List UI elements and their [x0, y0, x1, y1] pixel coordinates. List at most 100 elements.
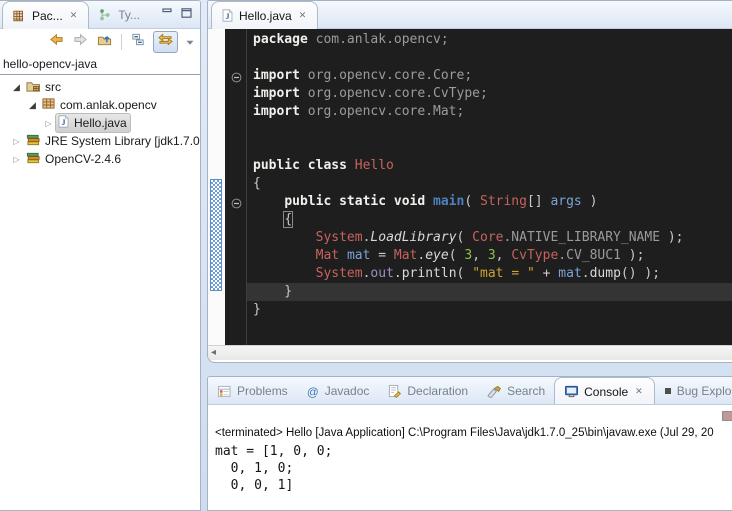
bottom-tab-declaration[interactable]: Declaration — [378, 378, 477, 404]
close-icon[interactable]: ✕ — [633, 385, 645, 398]
console-output[interactable]: mat = [1, 0, 0; 0, 1, 0; 0, 0, 1] — [208, 443, 732, 494]
back-button[interactable] — [48, 32, 65, 52]
code-line[interactable]: { — [247, 175, 732, 193]
tree-item-com-anlak-opencv[interactable]: ◢com.anlak.opencv — [0, 96, 200, 114]
chevron-collapsed-icon[interactable]: ▷ — [10, 137, 23, 146]
chevron-expanded-icon[interactable]: ◢ — [10, 82, 23, 93]
console-output-line: 0, 0, 1] — [215, 477, 732, 494]
bottom-tab-bug-explorer[interactable]: Bug Explorer — [655, 378, 732, 404]
tab-label: Declaration — [407, 384, 468, 398]
code-token: CvType — [511, 248, 558, 263]
square-icon — [664, 387, 672, 395]
console-output-line: 0, 1, 0; — [215, 460, 732, 477]
code-token: ); — [660, 230, 683, 245]
bottom-tab-problems[interactable]: Problems — [208, 378, 297, 404]
code-line[interactable]: public static void main( String[] args ) — [247, 193, 732, 211]
link-with-editor-button[interactable] — [153, 31, 178, 53]
tree-item-body[interactable]: JRE System Library [jdk1.7.0 — [23, 132, 201, 151]
tree-item-src[interactable]: ◢src — [0, 78, 200, 96]
tab-label: Pac... — [32, 9, 63, 23]
tree-item-body[interactable]: OpenCV-2.4.6 — [23, 150, 125, 169]
search-icon — [486, 385, 502, 398]
code-line[interactable]: System.out.println( "mat = " + mat.dump(… — [247, 265, 732, 283]
code-line[interactable]: import org.opencv.core.Core; — [247, 67, 732, 85]
tree-item-hello-java[interactable]: ▷JHello.java — [0, 114, 200, 132]
code-token: Mat — [394, 248, 417, 263]
code-token: org.opencv.core.Core; — [300, 68, 472, 83]
maximize-view-button[interactable] — [181, 8, 192, 18]
code-token: ( — [449, 248, 465, 263]
code-token: String — [480, 194, 527, 209]
project-root-label[interactable]: hello-opencv-java — [0, 55, 200, 75]
code-token: "mat = " — [472, 266, 535, 281]
package-explorer-tabbar: Pac... ✕ Ty... — [0, 1, 200, 29]
fold-collapse-icon[interactable] — [231, 70, 242, 88]
code-token: { — [284, 212, 292, 227]
tree-item-opencv-2-4-6[interactable]: ▷OpenCV-2.4.6 — [0, 150, 200, 168]
tree-item-body[interactable]: com.anlak.opencv — [39, 96, 161, 114]
code-line[interactable]: Mat mat = Mat.eye( 3, 3, CvType.CV_8UC1 … — [247, 247, 732, 265]
scroll-left-arrow[interactable]: ◂ — [208, 348, 216, 358]
collapse-all-icon — [130, 32, 146, 52]
code-token: System — [316, 266, 363, 281]
tab-label: Bug Explorer — [677, 384, 732, 398]
bottom-tab-javadoc[interactable]: @Javadoc — [297, 378, 379, 404]
code-token: public static void — [284, 194, 425, 209]
editor-horizontal-scrollbar[interactable]: ◂ — [208, 345, 732, 360]
code-token: eye — [425, 248, 448, 263]
package-explorer-toolbar — [0, 29, 200, 55]
up-button[interactable] — [96, 32, 113, 52]
tab-label: Hello.java — [239, 9, 292, 23]
code-line[interactable]: package com.anlak.opencv; — [247, 31, 732, 49]
code-token — [347, 158, 355, 173]
tab-label: Problems — [237, 384, 288, 398]
console-toolbar-icon[interactable] — [722, 411, 732, 421]
code-token: .NATIVE_LIBRARY_NAME — [503, 230, 660, 245]
console-output-line: mat = [1, 0, 0; — [215, 443, 732, 460]
method-range-indicator — [210, 179, 222, 291]
code-line[interactable] — [247, 49, 732, 67]
fold-collapse-icon[interactable] — [231, 196, 242, 214]
forward-button[interactable] — [72, 32, 89, 52]
view-tab-ty[interactable]: Ty... — [89, 2, 149, 28]
code-token — [339, 248, 347, 263]
chevron-expanded-icon[interactable]: ◢ — [26, 100, 39, 111]
back-arrow-icon — [48, 32, 65, 52]
tree-item-jre-system-library-jdk1-7-0[interactable]: ▷ JRE System Library [jdk1.7.0 — [0, 132, 200, 150]
annotation-ruler[interactable] — [208, 29, 225, 345]
fold-margin[interactable] — [225, 29, 247, 345]
code-token: () ); — [621, 266, 660, 281]
code-token: org.opencv.core.Mat; — [300, 104, 464, 119]
tree-item-label: JRE System Library [jdk1.7.0 — [45, 134, 200, 148]
code-line[interactable]: public class Hello — [247, 157, 732, 175]
tree-item-body[interactable]: JHello.java — [55, 113, 131, 133]
code-line[interactable]: } — [247, 283, 732, 301]
chevron-collapsed-icon[interactable]: ▷ — [10, 155, 23, 164]
tree-item-body[interactable]: src — [23, 78, 65, 97]
code-token: ( — [464, 194, 480, 209]
code-line[interactable]: } — [247, 301, 732, 319]
code-editor[interactable]: package com.anlak.opencv; import org.open… — [247, 29, 732, 345]
code-line[interactable]: import org.opencv.core.Mat; — [247, 103, 732, 121]
code-token — [253, 194, 284, 209]
close-icon[interactable]: ✕ — [297, 9, 309, 22]
code-line[interactable]: System.LoadLibrary( Core.NATIVE_LIBRARY_… — [247, 229, 732, 247]
code-token: , — [472, 248, 488, 263]
editor-tab-hello-java[interactable]: JHello.java✕ — [211, 1, 318, 29]
code-line[interactable] — [247, 121, 732, 139]
code-line[interactable] — [247, 139, 732, 157]
code-line[interactable]: import org.opencv.core.CvType; — [247, 85, 732, 103]
code-token: println — [402, 266, 457, 281]
bottom-tab-search[interactable]: Search — [477, 378, 554, 404]
code-token: out — [370, 266, 393, 281]
close-icon[interactable]: ✕ — [68, 9, 80, 22]
code-line[interactable]: { — [247, 211, 732, 229]
svg-text:@: @ — [307, 385, 319, 397]
declaration-icon — [387, 384, 402, 398]
minimize-view-button[interactable] — [162, 8, 173, 18]
collapse-all-button[interactable] — [130, 32, 146, 52]
view-tab-pac[interactable]: Pac... ✕ — [2, 1, 89, 29]
bottom-tab-console[interactable]: Console✕ — [554, 377, 655, 405]
chevron-collapsed-icon[interactable]: ▷ — [42, 119, 55, 128]
view-menu-button[interactable] — [185, 33, 195, 51]
